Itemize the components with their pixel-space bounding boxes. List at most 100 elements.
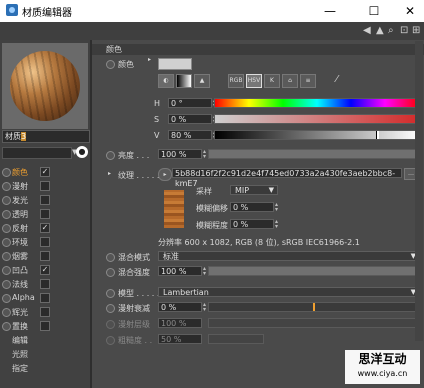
blur-offset-spinner-icon[interactable]: ▴ ▾ xyxy=(275,202,280,213)
value-input[interactable]: 80 % xyxy=(168,130,212,140)
channel-checkbox[interactable] xyxy=(40,251,50,261)
channel-checkbox[interactable] xyxy=(40,237,50,247)
value-slider-handle[interactable] xyxy=(376,131,380,139)
channel-radio[interactable] xyxy=(2,210,11,219)
channel-checkbox[interactable] xyxy=(40,181,50,191)
diffuse-falloff-slider-handle[interactable] xyxy=(313,303,315,311)
diffuse-falloff-slider[interactable] xyxy=(208,302,420,312)
close-button[interactable]: ✕ xyxy=(398,2,422,20)
channel-item[interactable]: 漫射 xyxy=(0,179,92,193)
model-anim-radio[interactable] xyxy=(106,289,115,298)
channel-item[interactable]: 透明 xyxy=(0,207,92,221)
blur-scale-input[interactable]: 0 % xyxy=(230,219,274,229)
spectrum-icon[interactable] xyxy=(176,74,192,88)
channel-radio[interactable] xyxy=(2,224,11,233)
channel-item[interactable]: 发光 xyxy=(0,193,92,207)
nav-back-icon[interactable]: ◀ xyxy=(363,25,371,36)
eyedropper-icon[interactable]: ⁄ xyxy=(336,74,338,85)
channel-radio[interactable] xyxy=(2,238,11,247)
mode-rgb-button[interactable]: RGB xyxy=(228,74,244,88)
texture-thumbnail[interactable] xyxy=(164,190,184,228)
model-dropdown[interactable]: Lambertian ▼ xyxy=(158,287,420,297)
mix-strength-anim-radio[interactable] xyxy=(106,268,115,277)
material-name-field[interactable]: 材质3 xyxy=(2,130,90,143)
diffuse-falloff-input[interactable]: 0 % xyxy=(158,302,202,312)
model-value: Lambertian xyxy=(163,288,209,297)
blur-scale-spinner-icon[interactable]: ▴ ▾ xyxy=(275,219,280,230)
mode-kelvin-button[interactable]: K xyxy=(264,74,280,88)
model-label: 模型 . . . . . xyxy=(118,289,160,298)
channel-radio[interactable] xyxy=(2,196,11,205)
channel-item[interactable]: 反射 ✓ xyxy=(0,221,92,235)
channel-item[interactable]: 凹凸 ✓ xyxy=(0,263,92,277)
material-preview[interactable] xyxy=(2,43,88,129)
channel-radio[interactable] xyxy=(2,308,11,317)
diffuse-falloff-anim-radio[interactable] xyxy=(106,304,115,313)
channel-radio[interactable] xyxy=(2,322,11,331)
extra-item[interactable]: 指定 xyxy=(12,363,28,374)
channel-label: 发光 xyxy=(12,196,28,205)
search-icon[interactable]: ⌕ xyxy=(388,25,394,36)
channel-item[interactable]: 烟雾 xyxy=(0,249,92,263)
channel-radio[interactable] xyxy=(2,266,11,275)
hue-input[interactable]: 0 ° xyxy=(168,98,212,108)
channel-radio[interactable] xyxy=(2,294,11,303)
preview-toggle-icon[interactable]: ● xyxy=(76,146,88,158)
brightness-slider[interactable] xyxy=(208,149,420,159)
sampling-dropdown[interactable]: MIP ▼ xyxy=(230,185,278,195)
hue-slider[interactable] xyxy=(214,98,420,108)
mix-strength-slider[interactable] xyxy=(208,266,420,276)
minimize-button[interactable]: — xyxy=(318,2,342,20)
channel-checkbox[interactable] xyxy=(40,321,50,331)
extra-item[interactable]: 编辑 xyxy=(12,335,28,346)
channel-item[interactable]: 环境 xyxy=(0,235,92,249)
maximize-button[interactable]: ☐ xyxy=(362,2,386,20)
value-slider[interactable] xyxy=(214,130,420,140)
channel-checkbox[interactable] xyxy=(40,293,50,303)
mix-strength-input[interactable]: 100 % xyxy=(158,266,202,276)
channel-checkbox[interactable] xyxy=(40,209,50,219)
color-wheel-icon[interactable]: ◐ xyxy=(158,74,174,88)
channel-item[interactable]: 颜色 ✓ xyxy=(0,165,92,179)
saturation-slider[interactable] xyxy=(214,114,420,124)
lock-icon[interactable]: ⊡ xyxy=(400,25,408,36)
preview-mode-field[interactable] xyxy=(2,147,72,159)
extra-item[interactable]: 光照 xyxy=(12,349,28,360)
image-picker-icon[interactable]: ▲ xyxy=(194,74,210,88)
brightness-input[interactable]: 100 % xyxy=(158,149,202,159)
texture-path-field[interactable]: 5b88d16f2f2c91d2e4f745ed0733a2a430fe3aeb… xyxy=(172,168,402,188)
texture-menu-button[interactable]: ▸ xyxy=(158,168,172,181)
channel-item[interactable]: 置换 xyxy=(0,319,92,333)
channel-radio[interactable] xyxy=(2,280,11,289)
channel-checkbox[interactable] xyxy=(40,307,50,317)
saturation-input[interactable]: 0 % xyxy=(168,114,212,124)
channel-radio[interactable] xyxy=(2,252,11,261)
channel-radio[interactable] xyxy=(2,168,11,177)
channel-checkbox[interactable] xyxy=(40,279,50,289)
color-anim-radio[interactable] xyxy=(106,60,115,69)
mix-mode-anim-radio[interactable] xyxy=(106,253,115,262)
channel-label: 颜色 xyxy=(12,168,28,177)
watermark: 思洋互动 www.ciya.cn xyxy=(345,350,420,384)
mode-hsv-button[interactable]: HSV xyxy=(246,74,262,88)
channel-checkbox[interactable]: ✓ xyxy=(40,223,50,233)
texture-expand-icon[interactable]: ▸ xyxy=(108,170,111,177)
brightness-anim-radio[interactable] xyxy=(106,151,115,160)
color-swatch[interactable] xyxy=(158,58,192,70)
channel-checkbox[interactable]: ✓ xyxy=(40,167,50,177)
channel-checkbox[interactable] xyxy=(40,195,50,205)
blur-offset-input[interactable]: 0 % xyxy=(230,202,274,212)
mix-mode-dropdown[interactable]: 标准 ▼ xyxy=(158,251,420,261)
nav-up-icon[interactable]: ▲ xyxy=(376,25,384,36)
scrollbar[interactable] xyxy=(415,41,423,341)
mode-swatches-button[interactable]: ≡ xyxy=(300,74,316,88)
expand-arrow-icon[interactable]: ▸ xyxy=(148,56,151,63)
channel-item[interactable]: 法线 xyxy=(0,277,92,291)
channel-item[interactable]: Alpha xyxy=(0,291,92,305)
channel-checkbox[interactable]: ✓ xyxy=(40,265,50,275)
mode-mixer-button[interactable]: ⌂ xyxy=(282,74,298,88)
channel-radio[interactable] xyxy=(2,182,11,191)
channel-item[interactable]: 辉光 xyxy=(0,305,92,319)
channel-label: 辉光 xyxy=(12,308,28,317)
expand-icon[interactable]: ⊞ xyxy=(412,25,420,36)
